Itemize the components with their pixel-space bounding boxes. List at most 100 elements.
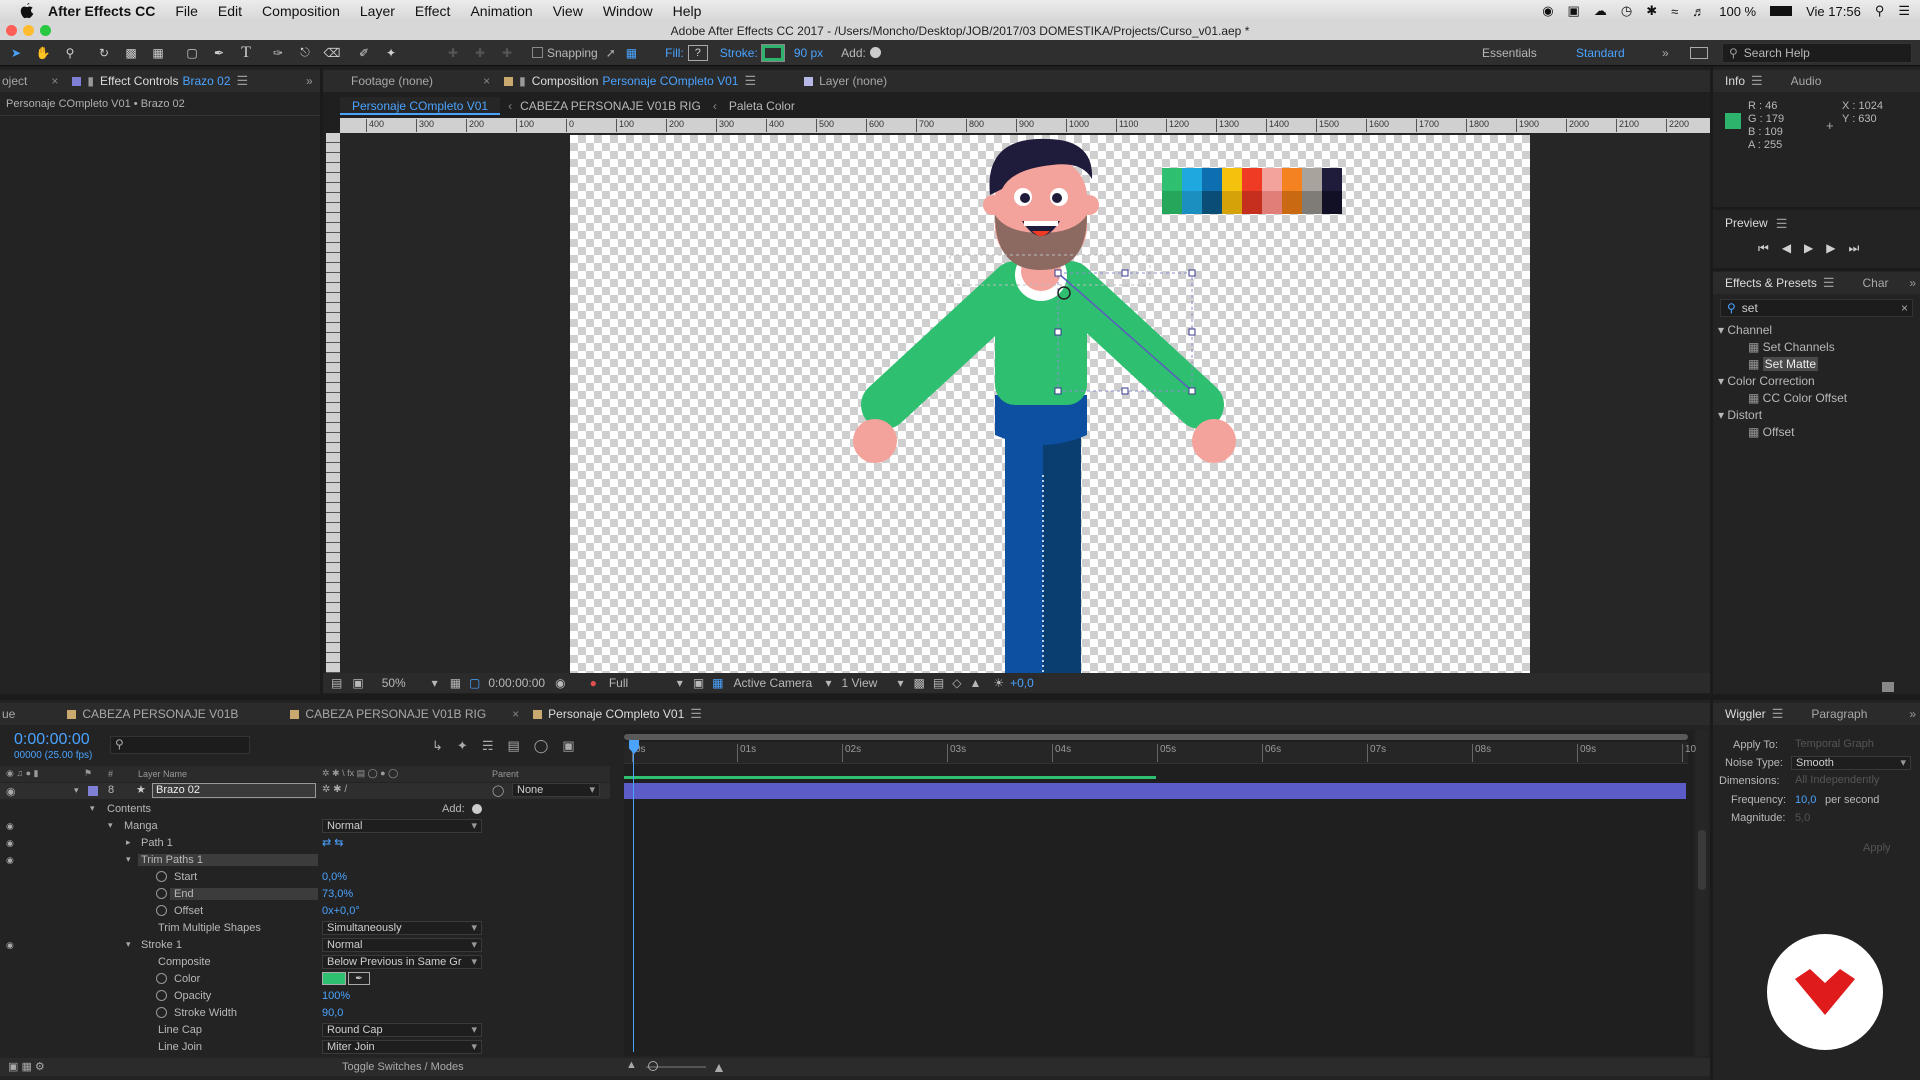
dimensions-dropdown[interactable]: All Independently: [1791, 774, 1911, 789]
toggle-switches-modes-button[interactable]: Toggle Switches / Modes: [342, 1061, 464, 1073]
flowchart-icon[interactable]: ◇: [952, 676, 961, 690]
reset-exposure-icon[interactable]: ▤: [933, 676, 944, 690]
offset-stopwatch-icon[interactable]: [156, 905, 167, 916]
stroke-eye-icon[interactable]: ◉: [6, 940, 16, 950]
menu-window[interactable]: Window: [603, 3, 653, 19]
pick-whip-icon[interactable]: ◯: [492, 784, 504, 797]
first-frame-icon[interactable]: ⏮: [1758, 241, 1769, 256]
path-direction-icon[interactable]: ⇄ ⇆: [322, 836, 344, 849]
row-opacity[interactable]: Opacity 100%: [0, 987, 610, 1004]
effects-group-color-correction[interactable]: ▾ Color Correction: [1718, 373, 1847, 390]
apply-to-dropdown[interactable]: Temporal Graph: [1791, 738, 1911, 753]
comp-mini-flowchart-icon[interactable]: ↳: [432, 738, 443, 754]
camera-dropdown[interactable]: Active Camera ▾: [734, 676, 832, 690]
zoom-window-button[interactable]: [40, 25, 51, 36]
parent-column[interactable]: Parent: [492, 769, 519, 779]
frame-blend-icon[interactable]: ▤: [507, 738, 519, 754]
color-icon[interactable]: ●: [590, 676, 597, 690]
zoom-dropdown[interactable]: 50% ▾: [382, 676, 438, 690]
timeline-scroll-thumb[interactable]: [1698, 830, 1706, 890]
color-stopwatch-icon[interactable]: [156, 973, 167, 984]
effects-group-distort[interactable]: ▾ Distort: [1718, 407, 1847, 424]
camera-tool-icon[interactable]: ▩: [120, 42, 142, 64]
always-preview-icon[interactable]: ▤: [331, 676, 342, 690]
stroke-swatch[interactable]: [760, 43, 785, 62]
timeline-scrollbar[interactable]: [1696, 730, 1708, 1056]
menu-edit[interactable]: Edit: [218, 3, 242, 19]
effect-item-set-channels[interactable]: ▦ Set Channels: [1718, 339, 1847, 356]
row-offset[interactable]: Offset 0x+0,0°: [0, 902, 610, 919]
work-area-bar[interactable]: [624, 734, 1688, 740]
time-machine-icon[interactable]: ◷: [1621, 3, 1632, 19]
tab-layer[interactable]: Layer (none): [790, 70, 901, 92]
row-trim-multiple[interactable]: Trim Multiple Shapes Simultaneously: [0, 919, 610, 936]
rotate-tool-icon[interactable]: ↻: [93, 42, 115, 64]
battery-percent[interactable]: 100 %: [1719, 4, 1756, 19]
panel-menu-icon[interactable]: ☰: [237, 73, 249, 89]
grid-icon[interactable]: ▦: [450, 676, 461, 690]
tab-wiggler[interactable]: Wiggler ☰: [1713, 703, 1797, 725]
last-frame-icon[interactable]: ⏭: [1849, 241, 1860, 256]
fill-swatch[interactable]: ?: [687, 44, 708, 61]
record-icon[interactable]: ◉: [1542, 3, 1553, 19]
comp-panel-menu-icon[interactable]: ☰: [744, 73, 756, 89]
manga-eye-icon[interactable]: ◉: [6, 821, 16, 831]
apple-icon[interactable]: [18, 3, 36, 19]
type-tool-icon[interactable]: T: [235, 42, 257, 64]
trim-eye-icon[interactable]: ◉: [6, 855, 16, 865]
info-menu-icon[interactable]: ☰: [1751, 73, 1763, 89]
add-contents-icon[interactable]: [472, 803, 482, 814]
mask-icon[interactable]: ▢: [469, 676, 480, 690]
row-stroke-width[interactable]: Stroke Width 90,0: [0, 1004, 610, 1021]
comp-flow-icon[interactable]: ▲: [969, 676, 981, 690]
menu-composition[interactable]: Composition: [262, 3, 340, 19]
tab-personaje-completo[interactable]: Personaje COmpleto V01 ☰: [519, 703, 716, 725]
tab-footage[interactable]: Footage (none): [323, 70, 447, 92]
tab-project[interactable]: oject: [0, 70, 41, 92]
layer-duration-bar[interactable]: [624, 783, 1686, 799]
noise-type-dropdown[interactable]: Smooth: [1791, 756, 1911, 770]
close-footage-tab-icon[interactable]: ×: [483, 74, 490, 88]
battery-icon[interactable]: [1770, 6, 1793, 16]
snap-edge-icon[interactable]: ➚: [606, 46, 616, 60]
row-manga[interactable]: ◉ ▾ Manga Normal: [0, 817, 610, 834]
time-graph[interactable]: 0s 01s 02s 03s 04s 05s 06s 07s 08s 09s 10s: [624, 730, 1701, 1056]
row-path1[interactable]: ◉ ▸ Path 1 ⇄ ⇆: [0, 834, 610, 851]
menu-effect[interactable]: Effect: [415, 3, 451, 19]
row-contents[interactable]: ▾ Contents Add:: [0, 800, 610, 817]
panel-expand-icon[interactable]: »: [306, 74, 313, 88]
time-zoom-handle[interactable]: [648, 1061, 658, 1071]
timeline-menu-icon[interactable]: ☰: [690, 706, 702, 722]
effects-search-field[interactable]: ⚲ set ×: [1720, 299, 1913, 317]
start-value[interactable]: 0,0%: [322, 871, 347, 883]
row-trim-paths[interactable]: ◉ ▾ Trim Paths 1: [0, 851, 610, 868]
tab-paragraph[interactable]: Paragraph: [1797, 703, 1881, 725]
wifi-icon[interactable]: ≈: [1671, 4, 1678, 19]
toggle-pixel-icon[interactable]: ▩: [914, 676, 925, 690]
close-tab-icon[interactable]: ×: [51, 74, 58, 88]
snapping-checkbox[interactable]: [532, 47, 543, 58]
notification-icon[interactable]: ☰: [1898, 3, 1910, 19]
eraser-tool-icon[interactable]: ⌫: [321, 42, 343, 64]
new-folder-icon[interactable]: [1882, 682, 1894, 692]
zoom-tool-icon[interactable]: ⚲: [59, 42, 81, 64]
timeline-timecode[interactable]: 0:00:00:00: [14, 731, 90, 749]
layer-row-brazo-02[interactable]: ◉ ▾ 8 ★ Brazo 02 ✲ ✱ / ◯ None: [0, 783, 610, 799]
start-stopwatch-icon[interactable]: [156, 871, 167, 882]
pen-tool-icon[interactable]: ✒: [208, 42, 230, 64]
workspace-overflow-icon[interactable]: »: [1662, 46, 1669, 60]
nav-item-current[interactable]: Personaje COmpleto V01: [340, 97, 501, 115]
row-end[interactable]: End 73,0%: [0, 885, 610, 902]
workspace-standard[interactable]: Standard: [1576, 46, 1625, 60]
snapshot-icon[interactable]: ◉: [555, 676, 565, 690]
transparency-icon[interactable]: ▦: [712, 676, 723, 690]
spotlight-icon[interactable]: ⚲: [1875, 3, 1885, 19]
effects-group-channel[interactable]: ▾ Channel: [1718, 322, 1847, 339]
viewer-timecode[interactable]: 0:00:00:00: [488, 676, 545, 690]
manga-mode-dropdown[interactable]: Normal: [322, 818, 482, 833]
clone-stamp-tool-icon[interactable]: ⎋: [294, 42, 316, 64]
bluetooth-icon[interactable]: ✱: [1646, 3, 1657, 19]
resolution-dropdown[interactable]: Full ▾: [609, 676, 683, 690]
exposure-value[interactable]: +0,0: [1010, 676, 1034, 690]
tab-composition[interactable]: ▮ Composition Personaje COmpleto V01 ☰: [490, 70, 770, 92]
